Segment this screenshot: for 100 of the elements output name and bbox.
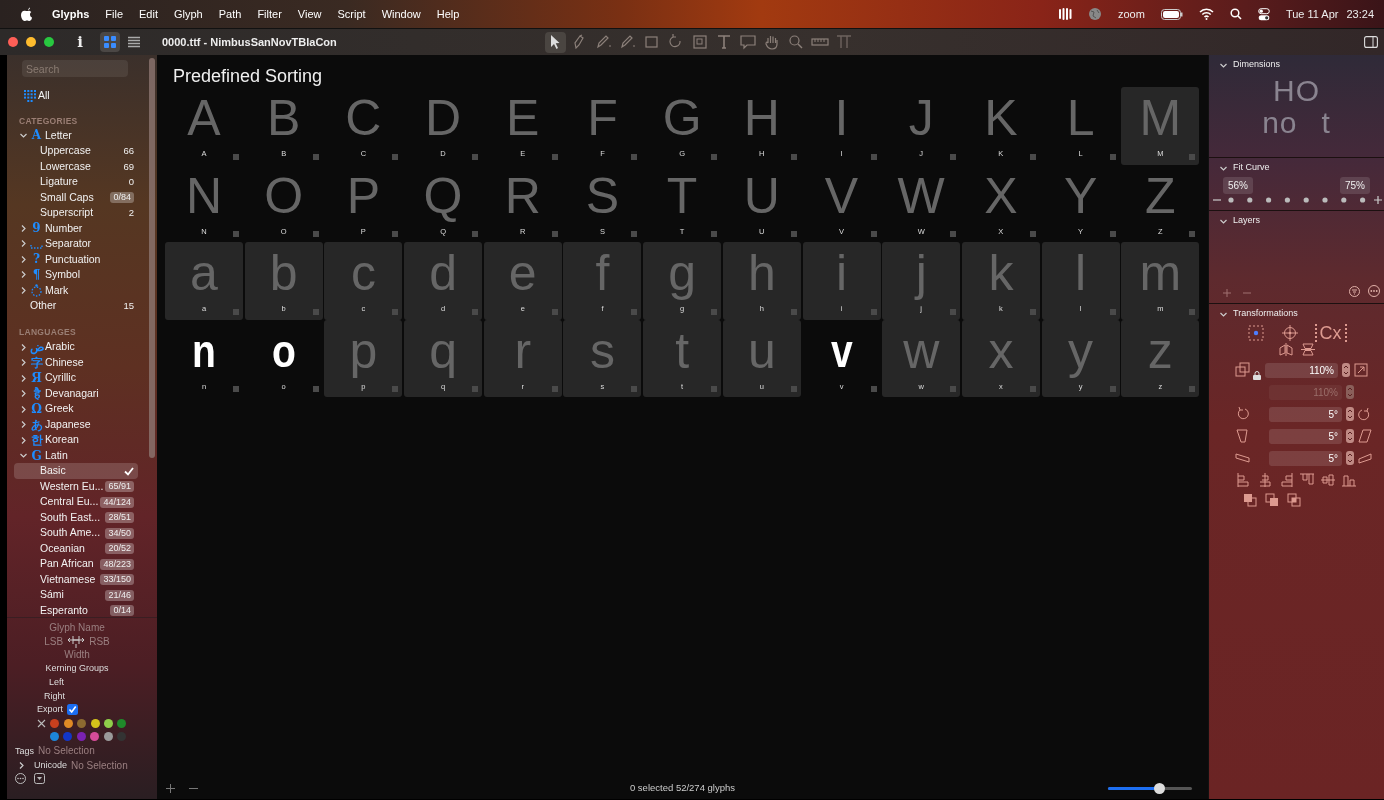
align-middle-icon[interactable]	[1321, 473, 1335, 487]
curve-steps-drawing[interactable]	[1227, 197, 1368, 203]
chevron-icon[interactable]	[19, 270, 28, 280]
skew-left-icon[interactable]	[1235, 450, 1251, 466]
skew-right-icon[interactable]	[1358, 451, 1372, 465]
menu-item[interactable]: Script	[329, 5, 374, 23]
value-field[interactable]: 5°	[1269, 428, 1342, 444]
subtract-icon[interactable]	[1264, 493, 1279, 507]
chevron-icon[interactable]	[19, 373, 28, 383]
color-dot[interactable]	[77, 718, 87, 728]
sidebar-item[interactable]: あ Japanese	[14, 416, 138, 433]
sidebar-item[interactable]: Central Eu... 44/124	[14, 494, 138, 510]
chevron-icon[interactable]	[19, 285, 28, 295]
app-menu[interactable]: Glyphs	[44, 5, 98, 23]
sidebar-item[interactable]: Esperanto 0/14	[14, 602, 138, 619]
scale-down-icon[interactable]	[1235, 362, 1251, 378]
more-options-icon[interactable]	[15, 773, 26, 785]
chevron-icon[interactable]	[17, 761, 26, 771]
origin-toggle[interactable]: Cx	[1314, 324, 1347, 342]
more-options-icon[interactable]	[1368, 285, 1380, 297]
flip-horizontal-icon[interactable]	[1278, 343, 1293, 356]
section-title[interactable]: Dimensions	[1233, 58, 1281, 72]
menu-item[interactable]: View	[289, 5, 330, 23]
chevron-icon[interactable]	[19, 239, 28, 249]
color-dot[interactable]	[50, 718, 60, 728]
toggles-icon[interactable]	[1257, 7, 1270, 21]
tags-field[interactable]: No Selection	[38, 743, 95, 757]
stepper-icon[interactable]	[1346, 407, 1354, 421]
menu-item[interactable]: Path	[210, 5, 250, 23]
menu-item[interactable]: Edit	[131, 5, 166, 23]
rotate-left-icon[interactable]	[1235, 406, 1251, 422]
align-right-icon[interactable]	[1279, 473, 1293, 487]
sidebar-item[interactable]: Sámi 21/46	[14, 587, 138, 603]
unicode-field[interactable]: No Selection	[71, 759, 128, 773]
rsb-field[interactable]: RSB	[89, 634, 110, 648]
chevron-icon[interactable]	[19, 435, 28, 445]
menu-item[interactable]: File	[97, 5, 132, 23]
sidebar-item[interactable]: Ω Greek	[14, 401, 138, 417]
flip-vertical-icon[interactable]	[1300, 343, 1315, 356]
menu-item[interactable]: Window	[373, 5, 429, 23]
export-checkbox[interactable]	[67, 704, 78, 716]
sidebar-item[interactable]: 字 Chinese	[14, 354, 138, 371]
sidebar-toggle-icon[interactable]	[1364, 36, 1378, 48]
sidebar-item[interactable]: Small Caps 0/84	[14, 189, 138, 205]
apple-icon[interactable]	[20, 7, 32, 21]
color-dot[interactable]	[103, 718, 113, 728]
bounding-box-icon[interactable]	[1246, 324, 1265, 342]
sidebar-item[interactable]: Western Eu... 65/91	[14, 478, 138, 495]
close-button[interactable]	[8, 37, 18, 47]
filter-icon[interactable]	[1349, 286, 1360, 297]
color-dot[interactable]	[103, 731, 113, 741]
value-field[interactable]: 5°	[1269, 406, 1342, 422]
union-icon[interactable]	[1242, 493, 1257, 507]
fit-curve-high[interactable]: 75%	[1340, 177, 1370, 194]
sidebar-item[interactable]: 9 Number	[14, 220, 138, 236]
slant-left-icon[interactable]	[1235, 428, 1251, 444]
sidebar-item[interactable]: Mark	[14, 282, 138, 298]
menu-item[interactable]: Glyph	[166, 5, 211, 23]
stepper-icon[interactable]	[1346, 429, 1354, 443]
section-title[interactable]: Layers	[1233, 214, 1260, 228]
color-dot[interactable]	[117, 718, 127, 728]
minimize-button[interactable]	[26, 37, 36, 47]
sidebar-item[interactable]: A Letter	[14, 127, 138, 143]
scrollbar[interactable]	[149, 58, 155, 458]
align-center-icon[interactable]	[1258, 473, 1272, 487]
color-dot[interactable]	[63, 731, 73, 741]
sidebar-item[interactable]: 한 Korean	[14, 432, 138, 448]
slant-right-icon[interactable]	[1358, 429, 1372, 443]
sidebar-item[interactable]: Oceanian 20/52	[14, 540, 138, 557]
menu-item[interactable]: Filter	[249, 5, 290, 23]
chevron-icon[interactable]	[1219, 217, 1227, 225]
chevron-icon[interactable]	[19, 342, 28, 352]
color-dot[interactable]	[63, 718, 73, 728]
section-title[interactable]: Transformations	[1233, 307, 1298, 321]
intersect-icon[interactable]	[1286, 493, 1301, 507]
stepper-icon[interactable]	[1342, 363, 1350, 377]
battery-icon[interactable]	[1160, 8, 1183, 20]
scale-up-icon[interactable]	[1354, 363, 1368, 377]
sidebar-item[interactable]: ¶ Symbol	[14, 267, 138, 283]
width-field[interactable]: Width	[64, 648, 90, 661]
info-button[interactable]: i	[74, 30, 86, 54]
sidebar-item[interactable]: Other 15	[14, 298, 138, 314]
align-left-icon[interactable]	[1237, 473, 1251, 487]
sidebar-item[interactable]: Vietnamese 33/150	[14, 571, 138, 588]
sidebar-item[interactable]: G Latin	[14, 447, 138, 464]
grid-view-button[interactable]	[100, 32, 120, 52]
sidebar-item[interactable]: Pan African 48/223	[14, 556, 138, 572]
color-dot[interactable]	[76, 731, 86, 741]
section-title[interactable]: Fit Curve	[1233, 161, 1270, 175]
color-dot[interactable]	[90, 718, 100, 728]
lock-icon[interactable]	[1253, 370, 1261, 380]
sound-bars-icon[interactable]	[1057, 7, 1072, 21]
fit-curve-low[interactable]: 56%	[1223, 177, 1253, 194]
rotate-right-icon[interactable]	[1358, 407, 1372, 421]
menubar-date[interactable]: Tue 11 Apr	[1285, 5, 1339, 23]
sidebar-item[interactable]: Superscript 2	[14, 205, 138, 221]
plus-icon[interactable]	[166, 783, 175, 793]
chevron-icon[interactable]	[19, 404, 28, 414]
chevron-icon[interactable]	[19, 389, 28, 398]
chevron-icon[interactable]	[1219, 310, 1227, 318]
